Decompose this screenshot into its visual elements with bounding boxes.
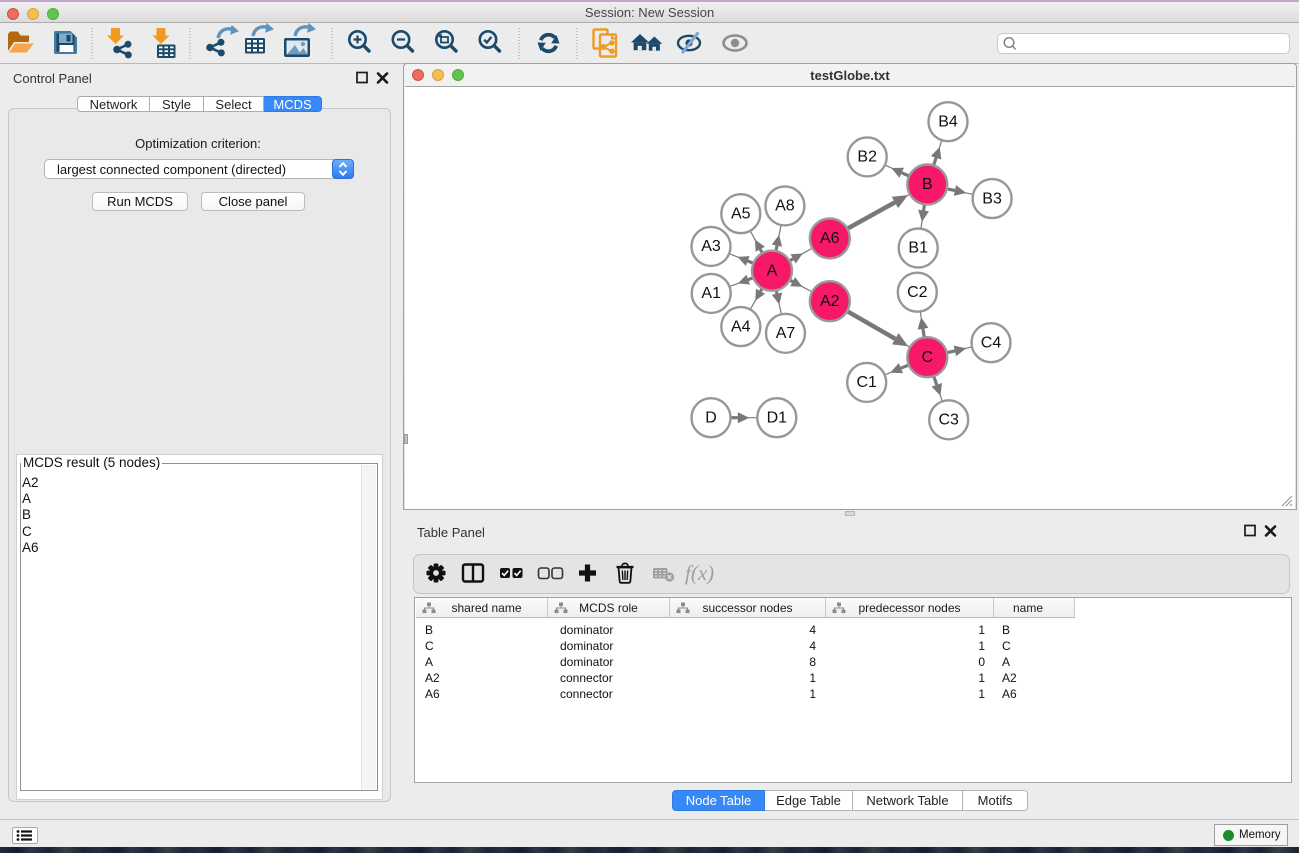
svg-text:A8: A8	[775, 198, 795, 215]
svg-text:D: D	[705, 409, 717, 426]
svg-text:B: B	[922, 176, 933, 193]
svg-text:B1: B1	[908, 240, 928, 257]
svg-text:A3: A3	[701, 238, 721, 255]
svg-text:A1: A1	[701, 285, 721, 302]
svg-text:C3: C3	[938, 412, 959, 429]
svg-text:B2: B2	[857, 149, 877, 166]
svg-text:C1: C1	[856, 374, 877, 391]
svg-text:A5: A5	[731, 205, 751, 222]
svg-text:A: A	[767, 262, 778, 279]
svg-text:C2: C2	[907, 284, 928, 301]
svg-text:C: C	[922, 349, 934, 366]
svg-text:B4: B4	[938, 113, 958, 130]
svg-text:A4: A4	[731, 318, 751, 335]
svg-text:B3: B3	[982, 190, 1002, 207]
svg-text:C4: C4	[981, 334, 1002, 351]
svg-text:A2: A2	[820, 293, 840, 310]
svg-text:D1: D1	[767, 409, 788, 426]
svg-text:A6: A6	[820, 230, 840, 247]
svg-text:A7: A7	[776, 325, 796, 342]
svg-text:f(x): f(x)	[685, 561, 714, 585]
